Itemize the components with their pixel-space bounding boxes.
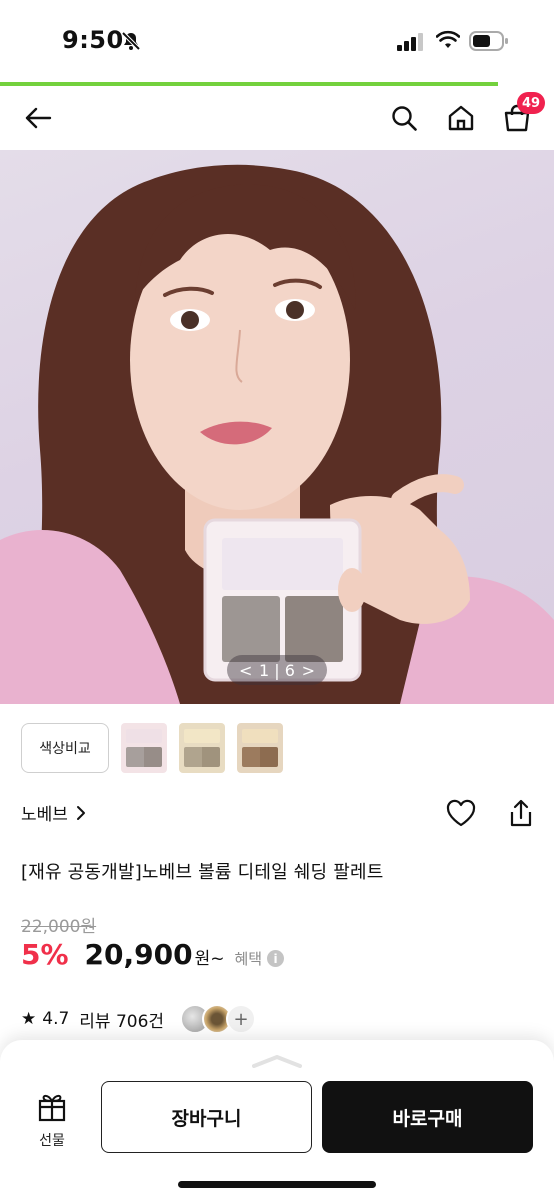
product-image-gallery[interactable]: < 1 | 6 > <box>0 150 554 704</box>
benefit-label: 혜택 <box>234 950 263 968</box>
search-icon <box>392 106 417 131</box>
price-row: 5% 20,900 원~ 혜택 i <box>21 938 285 976</box>
review-count: 리뷰 706건 <box>79 1011 165 1032</box>
gallery-next-button[interactable]: > <box>302 661 315 680</box>
chevron-right-icon <box>76 805 85 820</box>
rating-value: 4.7 <box>42 1009 70 1029</box>
currency-label: 원~ <box>194 949 225 969</box>
share-icon[interactable] <box>509 798 533 828</box>
status-bar: 9:50 <box>0 0 554 82</box>
original-price: 22,000원 <box>21 917 97 937</box>
brand-link[interactable]: 노베브 <box>21 800 86 825</box>
battery-icon <box>469 31 508 51</box>
color-swatch-2[interactable] <box>179 723 225 773</box>
benefit-link[interactable]: 혜택 i <box>235 948 285 969</box>
wifi-icon <box>436 30 460 48</box>
add-to-cart-button[interactable]: 장바구니 <box>101 1081 312 1153</box>
info-icon: i <box>267 950 285 967</box>
home-indicator <box>178 1181 376 1188</box>
gift-label: 선물 <box>39 1133 65 1149</box>
status-time: 9:50 <box>62 26 124 54</box>
gallery-current: 1 | 6 <box>259 660 295 680</box>
model-with-palette-image <box>0 164 554 704</box>
review-photos[interactable]: + <box>180 1004 257 1034</box>
back-button[interactable] <box>20 100 56 136</box>
color-options-row: 색상비교 <box>21 722 283 774</box>
chevron-up-icon[interactable] <box>252 1054 302 1068</box>
gallery-pager: < 1 | 6 > <box>227 655 327 685</box>
arrow-left-icon <box>25 107 52 129</box>
cart-count-badge: 49 <box>517 92 546 114</box>
product-title: [재유 공동개발]노베브 볼륨 디테일 쉐딩 팔레트 <box>21 862 384 883</box>
heart-icon[interactable] <box>445 798 477 828</box>
home-icon <box>448 105 474 131</box>
color-compare-button[interactable]: 색상비교 <box>21 723 109 773</box>
brand-row: 노베브 <box>21 798 533 832</box>
search-button[interactable] <box>386 100 422 136</box>
buy-now-button[interactable]: 바로구매 <box>322 1081 533 1153</box>
top-nav: 49 <box>0 86 554 150</box>
gallery-prev-button[interactable]: < <box>239 661 252 680</box>
cart-button[interactable]: 49 <box>499 92 546 136</box>
sale-price: 20,900 <box>84 938 193 971</box>
color-swatch-3[interactable] <box>237 723 283 773</box>
more-photos-icon: + <box>226 1004 257 1034</box>
purchase-bar: 선물 장바구니 바로구매 <box>0 1040 554 1200</box>
gift-icon <box>38 1094 66 1122</box>
brand-name: 노베브 <box>21 805 68 825</box>
color-swatch-1[interactable] <box>121 723 167 773</box>
signal-icon <box>397 33 423 51</box>
gift-button[interactable]: 선물 <box>20 1090 84 1150</box>
home-button[interactable] <box>443 100 479 136</box>
star-icon: ★ <box>21 1009 37 1029</box>
rating-row[interactable]: ★ 4.7 리뷰 706건 + <box>21 1004 257 1034</box>
discount-rate: 5% <box>21 938 69 971</box>
bell-off-icon <box>121 31 141 51</box>
